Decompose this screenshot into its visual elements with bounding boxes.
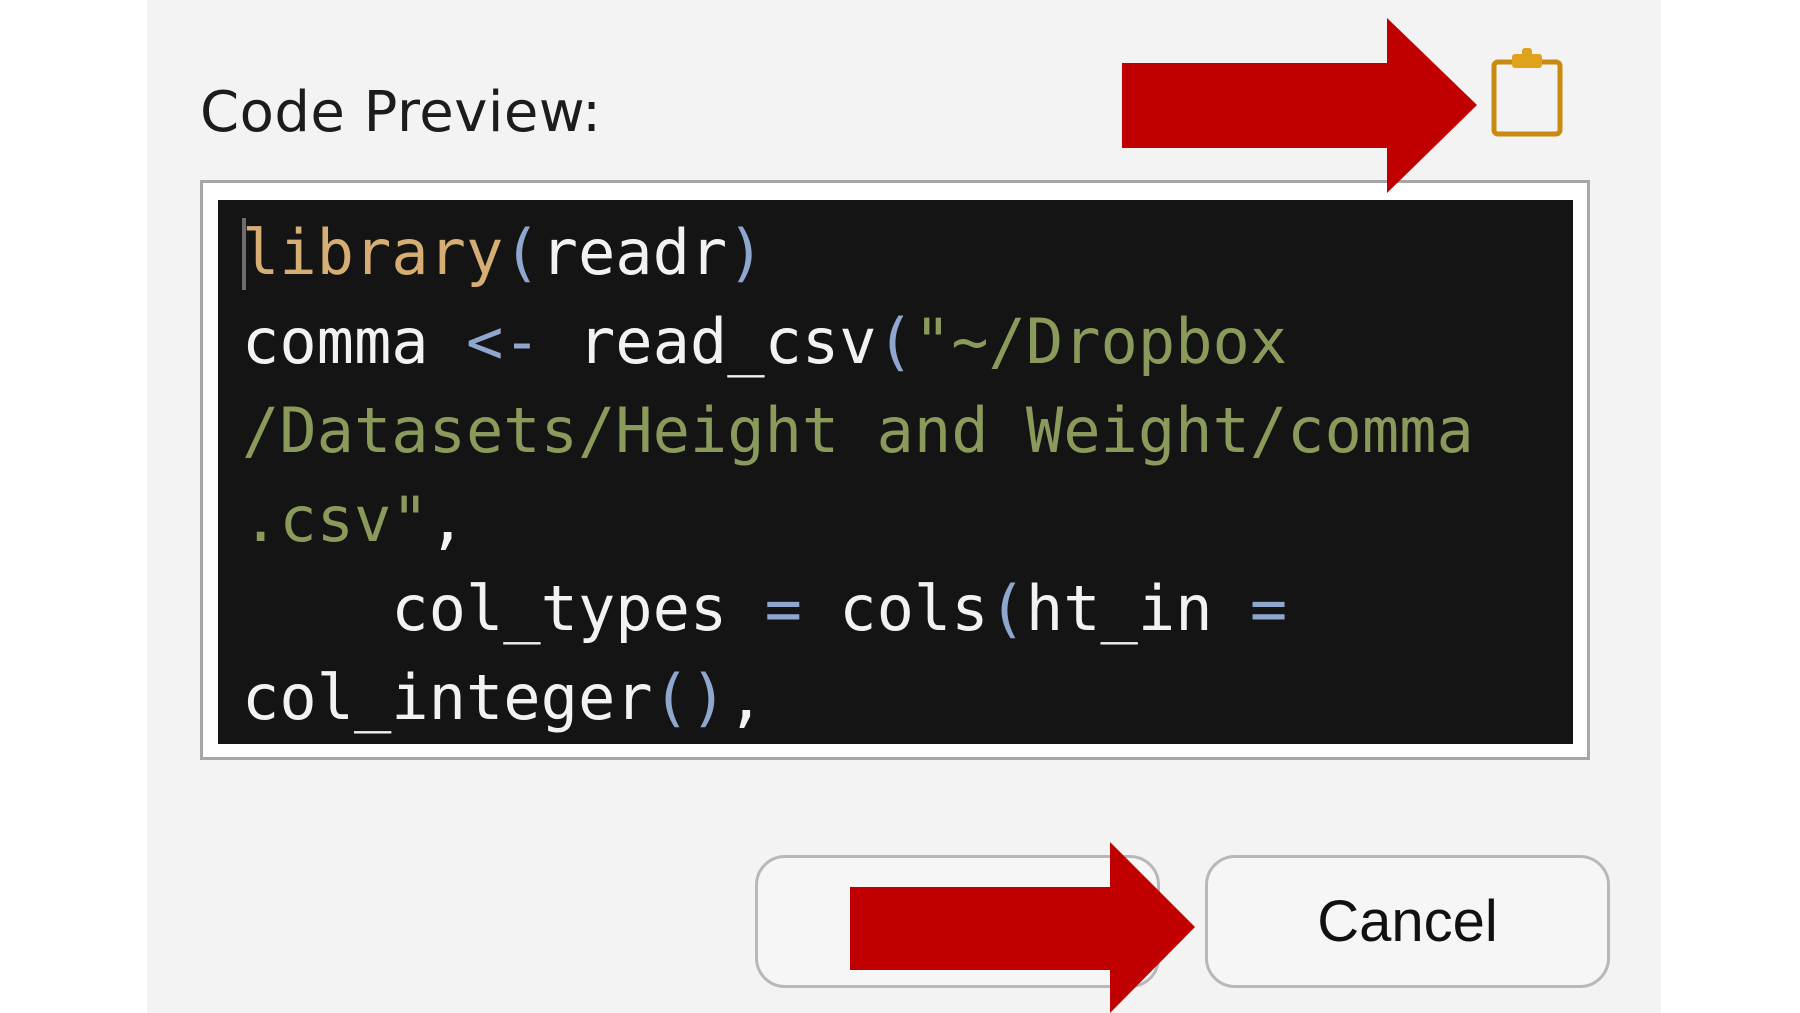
code-token: <- [465,305,541,378]
code-line: comma <- read_csv("~/Dropbox [242,297,1474,386]
code-token: "~/Dropbox [913,305,1288,378]
code-token: library [242,216,504,289]
code-line: col_integer(), [242,653,1474,742]
code-token: col_types [242,572,765,645]
code-token: () [652,661,728,734]
code-token: readr [540,216,728,289]
code-token: .csv" [242,483,429,556]
code-token: = [1249,572,1288,645]
code-token: /Datasets/Height and Weight/comma [242,394,1474,467]
code-line: .csv", [242,475,1474,564]
code-token: = [764,572,802,645]
code-preview-editor[interactable]: library(readr) comma <- read_csv("~/Dropb… [218,200,1573,744]
code-line: library(readr) [242,208,1474,297]
code-line: /Datasets/Height and Weight/comma [242,386,1474,475]
code-token: read_csv [540,305,877,378]
copy-to-clipboard-button[interactable] [1486,44,1576,144]
annotation-arrow-cancel [850,842,1195,1013]
code-token: , [428,483,466,556]
code-token: ( [503,216,541,289]
annotation-arrow-copy [1122,18,1477,193]
code-preview-label: Code Preview: [200,80,602,145]
code-token: col_integer [242,661,653,734]
code-token: comma [242,305,466,378]
code-token: cols [801,572,989,645]
code-token: ( [876,305,914,378]
code-token: ) [727,216,765,289]
clipboard-icon [1491,48,1563,137]
code-token: ht_in [1025,572,1250,645]
code-text: library(readr) comma <- read_csv("~/Dropb… [242,208,1474,742]
code-line: col_types = cols(ht_in = [242,564,1474,653]
code-token: , [727,661,765,734]
cancel-button[interactable]: Cancel [1205,855,1610,988]
code-token: ( [988,572,1026,645]
